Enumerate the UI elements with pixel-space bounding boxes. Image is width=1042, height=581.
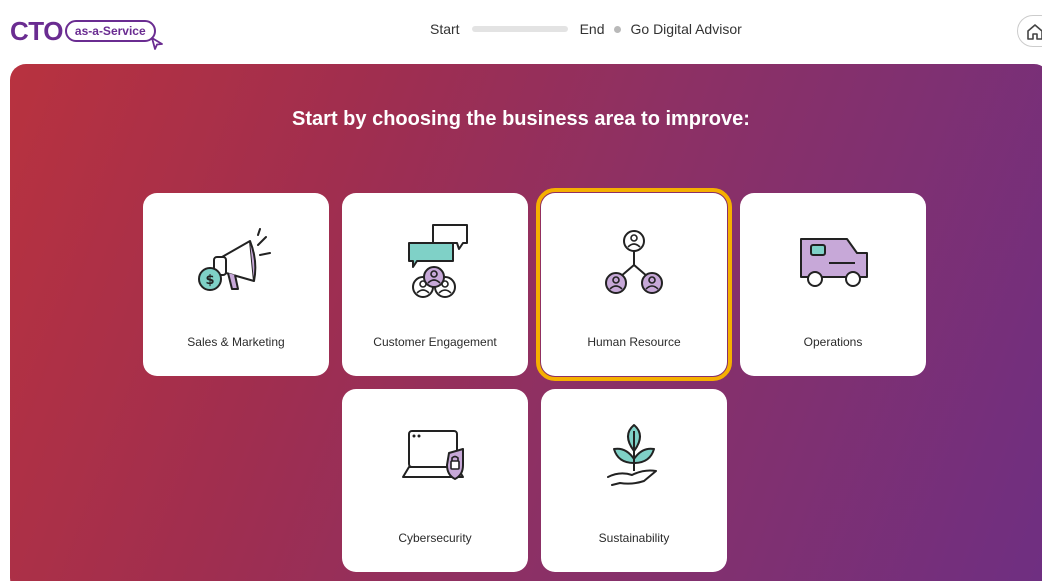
progress-start-label: Start <box>430 21 460 37</box>
card-label: Human Resource <box>587 335 681 349</box>
van-icon <box>800 238 868 287</box>
card-customer-engagement[interactable]: Customer Engagement <box>342 193 528 376</box>
business-area-panel: Start by choosing the business area to i… <box>10 64 1042 581</box>
laptop-lock-icon <box>402 430 464 480</box>
home-icon <box>1027 24 1042 40</box>
logo-pill: as-a-Service <box>64 20 163 50</box>
plant-hand-icon <box>607 424 657 486</box>
page-title: Start by choosing the business area to i… <box>292 108 750 130</box>
megaphone-icon: $ <box>198 228 271 291</box>
card-label: Customer Engagement <box>373 335 497 349</box>
progress-indicator: Start End Go Digital Advisor <box>430 18 742 40</box>
card-label: Sales & Marketing <box>187 335 285 349</box>
card-label: Operations <box>803 335 863 349</box>
svg-text:$: $ <box>205 273 214 288</box>
chat-people-icon <box>408 224 468 298</box>
separator-dot <box>613 25 621 33</box>
home-button[interactable] <box>1017 15 1042 47</box>
logo[interactable]: CTO as-a-Service <box>10 14 163 50</box>
go-digital-advisor-link[interactable]: Go Digital Advisor <box>631 21 742 37</box>
card-cybersecurity[interactable]: Cybersecurity <box>342 389 528 572</box>
card-operations[interactable]: Operations <box>740 193 926 376</box>
card-sales-marketing[interactable]: $ Sales & Marketing <box>143 193 329 376</box>
progress-track <box>471 26 568 32</box>
logo-cto-text: CTO <box>10 16 63 46</box>
card-label: Cybersecurity <box>398 531 472 545</box>
cursor-icon <box>150 37 163 50</box>
card-label: Sustainability <box>598 531 670 545</box>
progress-end-label: End <box>579 21 605 37</box>
top-header: CTO as-a-Service Start End Go Digital Ad… <box>0 0 1042 62</box>
card-sustainability[interactable]: Sustainability <box>541 389 727 572</box>
logo-pill-text: as-a-Service <box>74 24 146 38</box>
card-human-resource[interactable]: Human Resource <box>536 188 732 381</box>
org-people-icon <box>605 230 663 294</box>
